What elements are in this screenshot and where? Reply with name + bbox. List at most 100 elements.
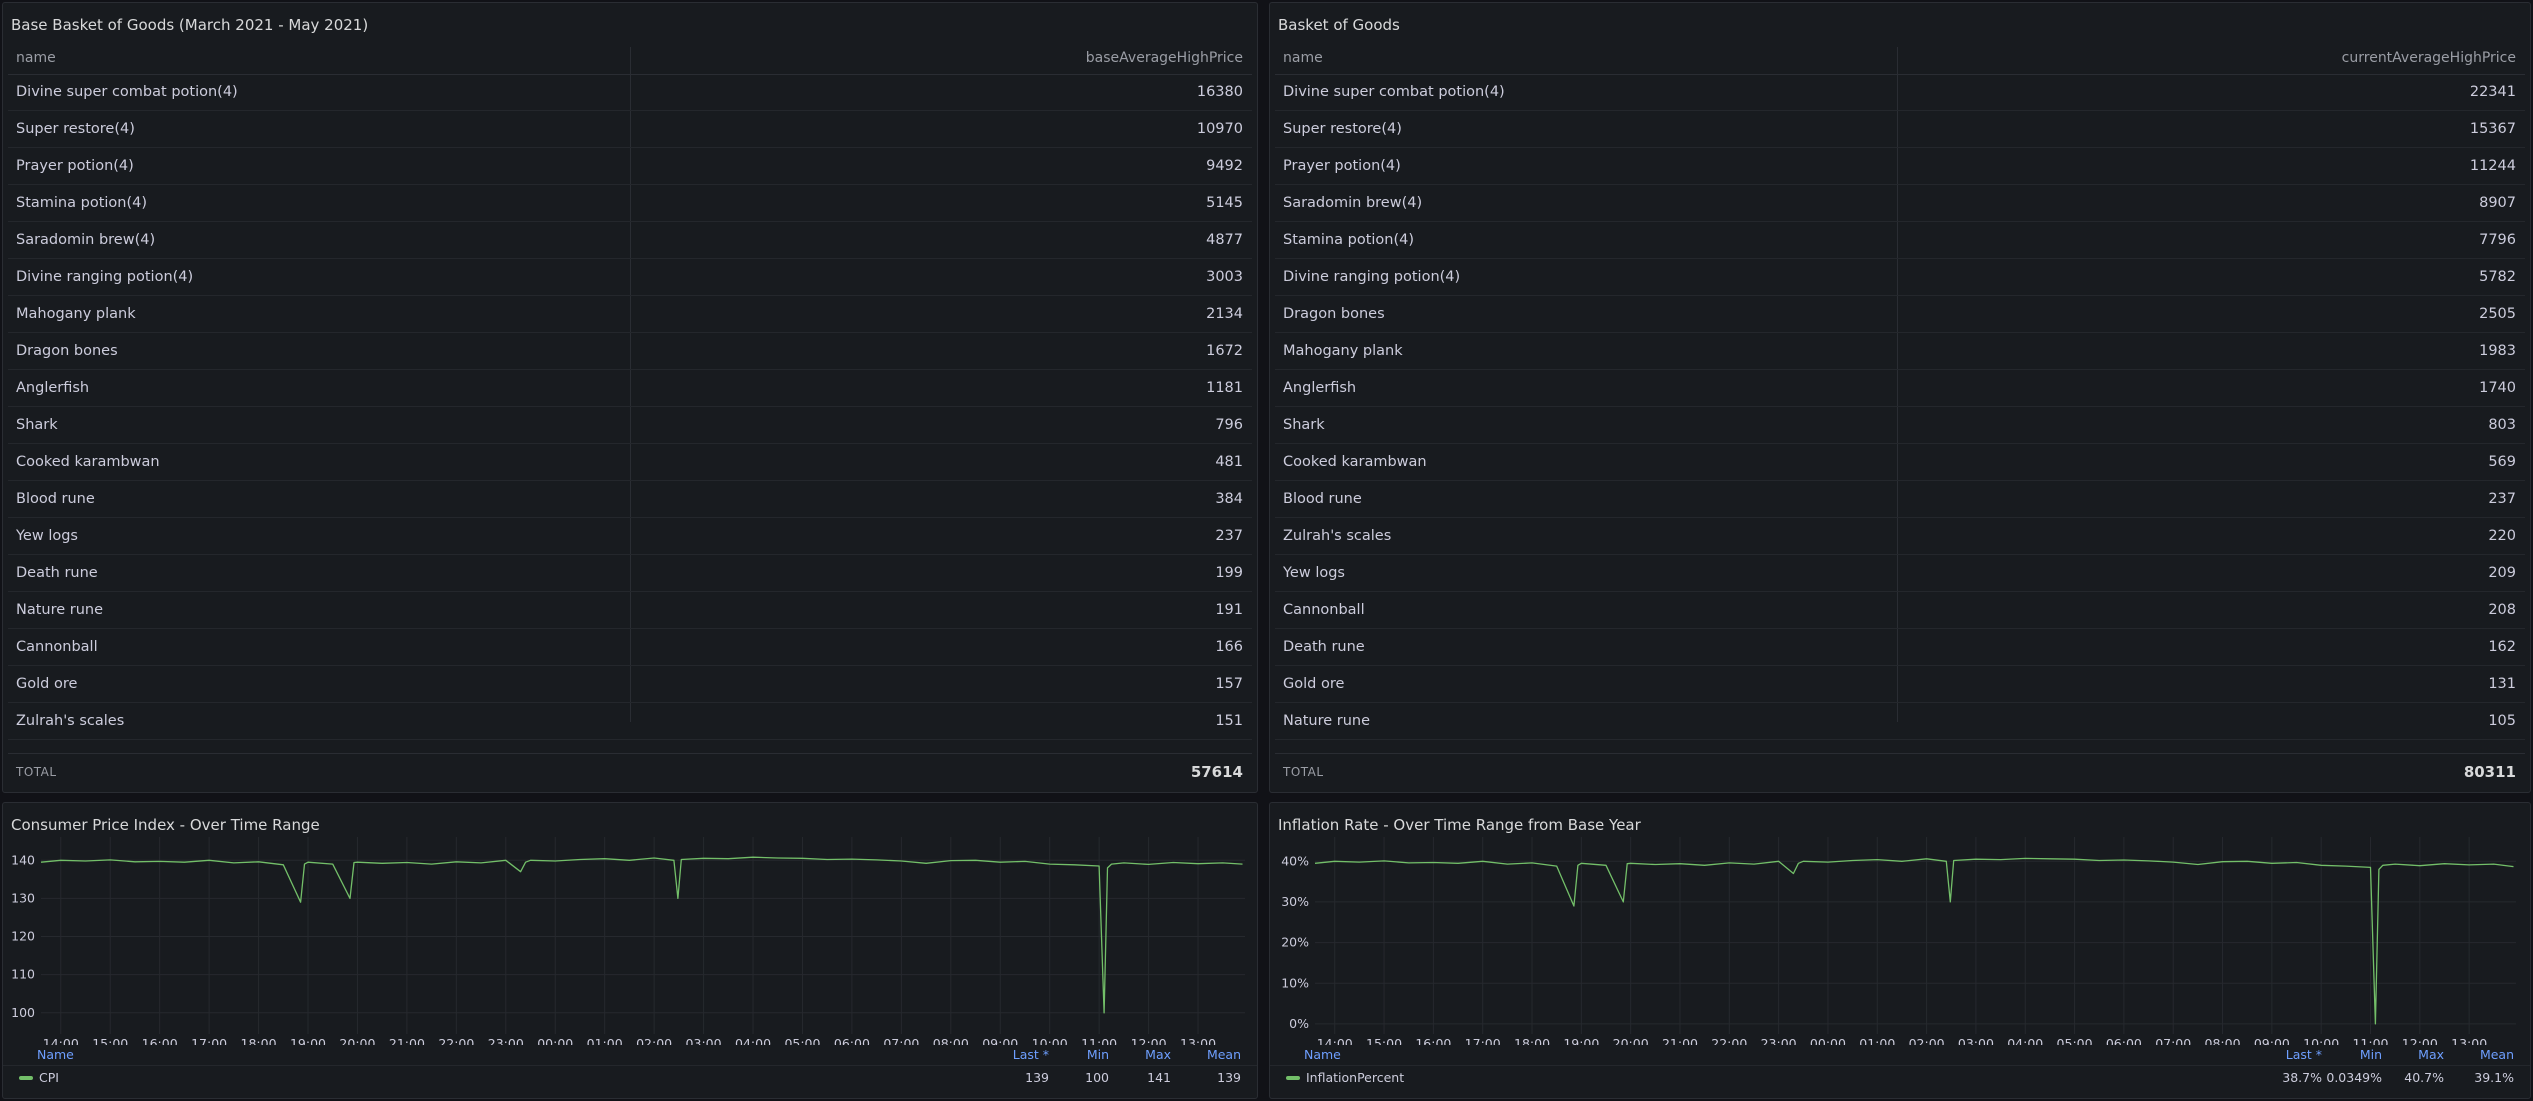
item-name-cell: Anglerfish (1283, 380, 1357, 396)
table-row[interactable]: Blood rune 237 (1275, 481, 2525, 518)
inflation-line-chart[interactable]: 0% 10% 20% 30% 40% 14:00 15:00 16:00 17:00 18:00 1… (1270, 803, 2531, 1045)
table-row[interactable]: Zulrah's scales 220 (1275, 518, 2525, 555)
legend-series-name[interactable]: InflationPercent (1306, 1070, 1404, 1085)
table-row[interactable]: Anglerfish 1740 (1275, 370, 2525, 407)
table-row[interactable]: Divine super combat potion(4) 22341 (1275, 74, 2525, 111)
x-tick-label: 06:00 (2106, 1036, 2142, 1045)
table-row[interactable]: Death rune 162 (1275, 629, 2525, 666)
table-row[interactable]: Divine ranging potion(4) 3003 (8, 259, 1252, 296)
table-row[interactable]: Saradomin brew(4) 8907 (1275, 185, 2525, 222)
table-body: Divine super combat potion(4) 16380 Super … (8, 74, 1252, 740)
table-row[interactable]: Stamina potion(4) 7796 (1275, 222, 2525, 259)
series-color-swatch[interactable] (1286, 1076, 1300, 1080)
table-row[interactable]: Super restore(4) 10970 (8, 111, 1252, 148)
item-price-cell: 2134 (1206, 306, 1243, 322)
legend-col-min[interactable]: Min (2360, 1047, 2382, 1062)
base-basket-panel: Base Basket of Goods (March 2021 - May 2… (2, 2, 1258, 793)
item-name-cell: Saradomin brew(4) (16, 232, 156, 248)
item-price-cell: 10970 (1196, 121, 1243, 137)
table-row[interactable]: Yew logs 209 (1275, 555, 2525, 592)
cpi-line-chart[interactable]: 100 110 120 130 140 14:00 15:00 16:00 17:00 18:00… (3, 803, 1258, 1045)
x-tick-label: 13:00 (1180, 1036, 1216, 1045)
item-price-cell: 5782 (2479, 269, 2516, 285)
item-name-cell: Shark (16, 417, 58, 433)
legend-col-name[interactable]: Name (37, 1047, 74, 1062)
table-row[interactable]: Zulrah's scales 151 (8, 703, 1252, 740)
table-row[interactable]: Shark 796 (8, 407, 1252, 444)
item-name-cell: Yew logs (1283, 565, 1345, 581)
x-tick-label: 00:00 (537, 1036, 573, 1045)
item-name-cell: Stamina potion(4) (1283, 232, 1415, 248)
x-tick-label: 03:00 (1958, 1036, 1994, 1045)
x-tick-label: 15:00 (1366, 1036, 1402, 1045)
x-tick-label: 20:00 (339, 1036, 375, 1045)
table-row[interactable]: Cannonball 208 (1275, 592, 2525, 629)
table-row[interactable]: Gold ore 157 (8, 666, 1252, 703)
panel-title[interactable]: Base Basket of Goods (March 2021 - May 2… (11, 7, 368, 43)
item-name-cell: Super restore(4) (1283, 121, 1402, 137)
series-color-swatch[interactable] (19, 1076, 33, 1080)
table-row[interactable]: Prayer potion(4) 11244 (1275, 148, 2525, 185)
item-name-cell: Cannonball (1283, 602, 1365, 618)
column-header-name[interactable]: name (1283, 43, 1323, 74)
legend-col-min[interactable]: Min (1087, 1047, 1109, 1062)
panel-title[interactable]: Basket of Goods (1278, 7, 1400, 43)
table-row[interactable]: Shark 803 (1275, 407, 2525, 444)
x-tick-label: 07:00 (883, 1036, 919, 1045)
x-tick-label: 13:00 (2451, 1036, 2487, 1045)
column-header-value[interactable]: baseAverageHighPrice (1086, 43, 1243, 74)
table-row[interactable]: Dragon bones 1672 (8, 333, 1252, 370)
table-row[interactable]: Prayer potion(4) 9492 (8, 148, 1252, 185)
table-row[interactable]: Saradomin brew(4) 4877 (8, 222, 1252, 259)
table-row[interactable]: Mahogany plank 1983 (1275, 333, 2525, 370)
table-row[interactable]: Death rune 199 (8, 555, 1252, 592)
item-name-cell: Saradomin brew(4) (1283, 195, 1423, 211)
legend-col-last[interactable]: Last * (2286, 1047, 2322, 1062)
table-row[interactable]: Super restore(4) 15367 (1275, 111, 2525, 148)
x-tick-label: 17:00 (1465, 1036, 1501, 1045)
x-tick-label: 14:00 (1317, 1036, 1353, 1045)
legend-col-max[interactable]: Max (1145, 1047, 1171, 1062)
column-header-value[interactable]: currentAverageHighPrice (2342, 43, 2516, 74)
table-row[interactable]: Cooked karambwan 569 (1275, 444, 2525, 481)
total-value: 57614 (1190, 763, 1243, 781)
legend-col-last[interactable]: Last * (1013, 1047, 1049, 1062)
item-price-cell: 1672 (1206, 343, 1243, 359)
column-header-name[interactable]: name (16, 43, 56, 74)
table-row[interactable]: Blood rune 384 (8, 481, 1252, 518)
legend-series-row[interactable]: CPI 139 100 141 139 (3, 1065, 1257, 1088)
table-row[interactable]: Divine super combat potion(4) 16380 (8, 74, 1252, 111)
legend-last-value: 38.7% (2282, 1070, 2322, 1085)
legend-col-max[interactable]: Max (2418, 1047, 2444, 1062)
table-row[interactable]: Gold ore 131 (1275, 666, 2525, 703)
item-name-cell: Divine super combat potion(4) (1283, 84, 1505, 100)
x-tick-label: 06:00 (834, 1036, 870, 1045)
table-row[interactable]: Mahogany plank 2134 (8, 296, 1252, 333)
y-tick-label: 20% (1281, 935, 1309, 950)
legend-col-mean[interactable]: Mean (2480, 1047, 2514, 1062)
table-row[interactable]: Anglerfish 1181 (8, 370, 1252, 407)
y-tick-label: 30% (1281, 894, 1309, 909)
legend-col-name[interactable]: Name (1304, 1047, 1341, 1062)
table-row[interactable]: Stamina potion(4) 5145 (8, 185, 1252, 222)
legend-series-row[interactable]: InflationPercent 38.7% 0.0349% 40.7% 39.… (1270, 1065, 2530, 1088)
series-line[interactable] (40, 856, 1243, 1014)
table-row[interactable]: Dragon bones 2505 (1275, 296, 2525, 333)
x-tick-label: 11:00 (2352, 1036, 2388, 1045)
table-row[interactable]: Nature rune 191 (8, 592, 1252, 629)
legend-series-name[interactable]: CPI (39, 1070, 59, 1085)
legend-col-mean[interactable]: Mean (1207, 1047, 1241, 1062)
item-name-cell: Shark (1283, 417, 1325, 433)
item-price-cell: 4877 (1206, 232, 1243, 248)
table-row[interactable]: Cannonball 166 (8, 629, 1252, 666)
item-name-cell: Divine super combat potion(4) (16, 84, 238, 100)
x-tick-label: 03:00 (686, 1036, 722, 1045)
table-row[interactable]: Cooked karambwan 481 (8, 444, 1252, 481)
table-row[interactable]: Divine ranging potion(4) 5782 (1275, 259, 2525, 296)
table-row[interactable]: Nature rune 105 (1275, 703, 2525, 740)
item-name-cell: Zulrah's scales (1283, 528, 1392, 544)
item-name-cell: Mahogany plank (16, 306, 136, 322)
series-line[interactable] (1314, 857, 2514, 1025)
x-tick-label: 10:00 (1032, 1036, 1068, 1045)
table-row[interactable]: Yew logs 237 (8, 518, 1252, 555)
